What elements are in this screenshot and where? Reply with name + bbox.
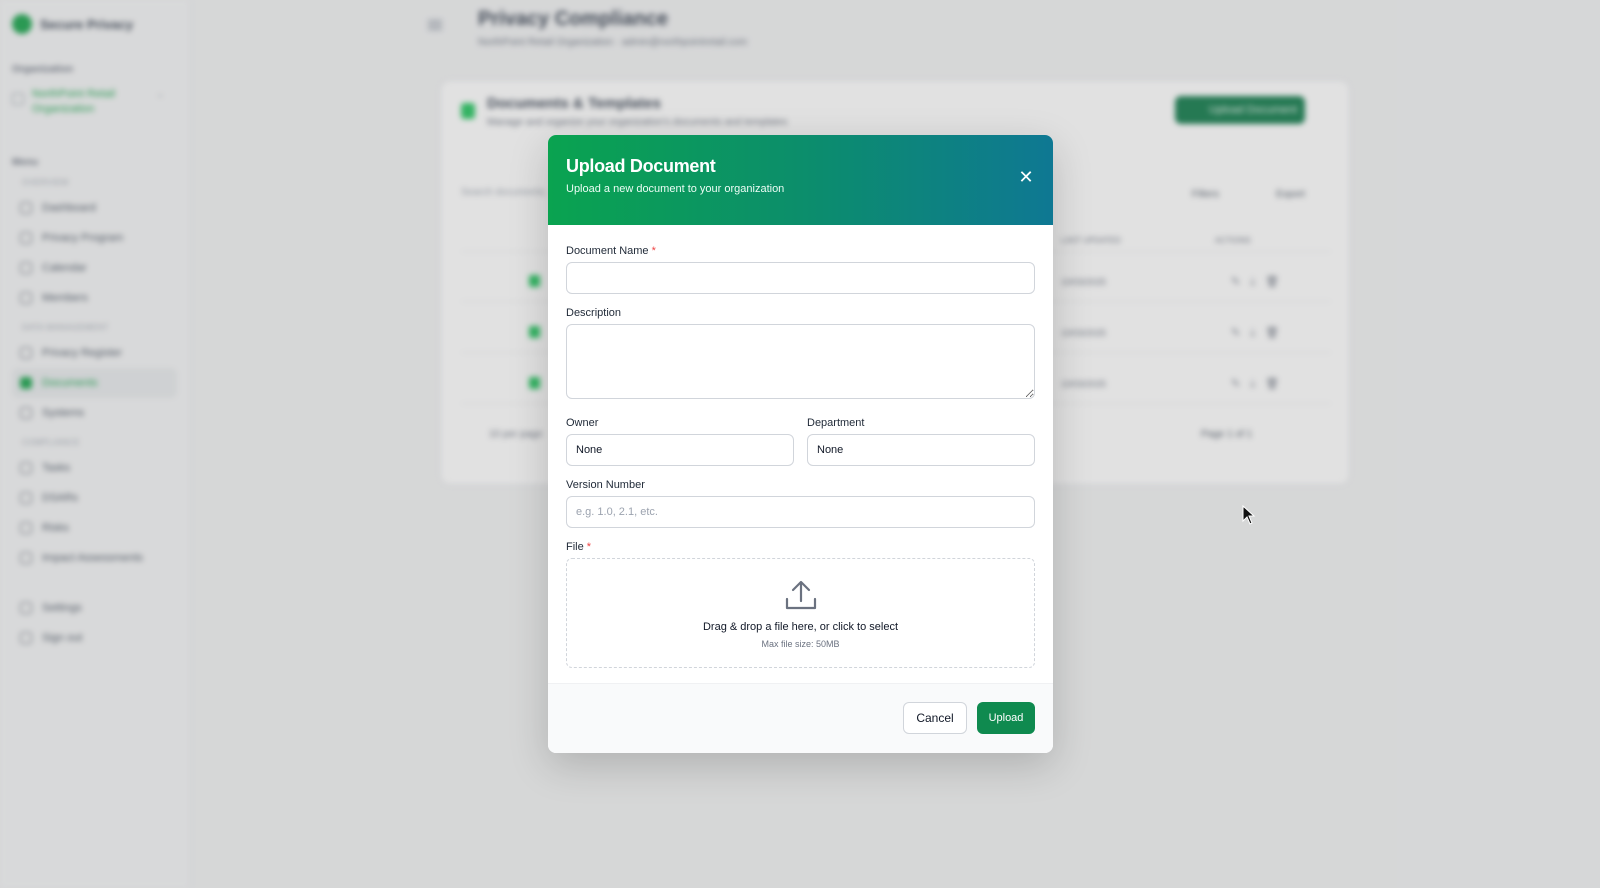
dialog-form: Document Name * Description Owner None D… — [548, 225, 1053, 668]
max-file-size: Max file size: 50MB — [761, 639, 840, 649]
file-label: File * — [566, 541, 592, 553]
document-name-label: Document Name * — [566, 245, 656, 257]
department-label: Department — [807, 417, 865, 429]
upload-document-dialog: Upload Document Upload a new document to… — [548, 135, 1053, 753]
upload-icon — [785, 580, 816, 610]
dialog-header: Upload Document Upload a new document to… — [548, 135, 1053, 225]
version-number-label: Version Number — [566, 479, 645, 491]
required-mark: * — [651, 245, 656, 257]
version-number-input[interactable] — [566, 496, 1035, 528]
owner-select[interactable]: None — [566, 434, 794, 466]
dialog-subtitle: Upload a new document to your organizati… — [566, 183, 785, 195]
dropzone-text: Drag & drop a file here, or click to sel… — [702, 621, 899, 633]
close-icon[interactable]: ✕ — [1015, 167, 1037, 189]
department-select-value: None — [817, 444, 844, 456]
owner-department-row: Owner None Department None — [566, 417, 1035, 466]
cancel-button[interactable]: Cancel — [903, 702, 967, 734]
owner-label: Owner — [566, 417, 599, 429]
dialog-footer: Cancel Upload — [548, 683, 1053, 753]
required-mark: * — [586, 541, 592, 553]
mouse-cursor-icon — [1242, 505, 1256, 525]
description-label: Description — [566, 307, 622, 319]
upload-button[interactable]: Upload — [977, 702, 1035, 734]
file-dropzone[interactable]: Drag & drop a file here, or click to sel… — [566, 558, 1035, 668]
owner-select-value: None — [576, 444, 603, 456]
document-name-input[interactable] — [566, 262, 1035, 294]
department-select[interactable]: None — [807, 434, 1035, 466]
description-textarea[interactable] — [566, 324, 1035, 399]
dialog-title: Upload Document — [566, 156, 716, 176]
